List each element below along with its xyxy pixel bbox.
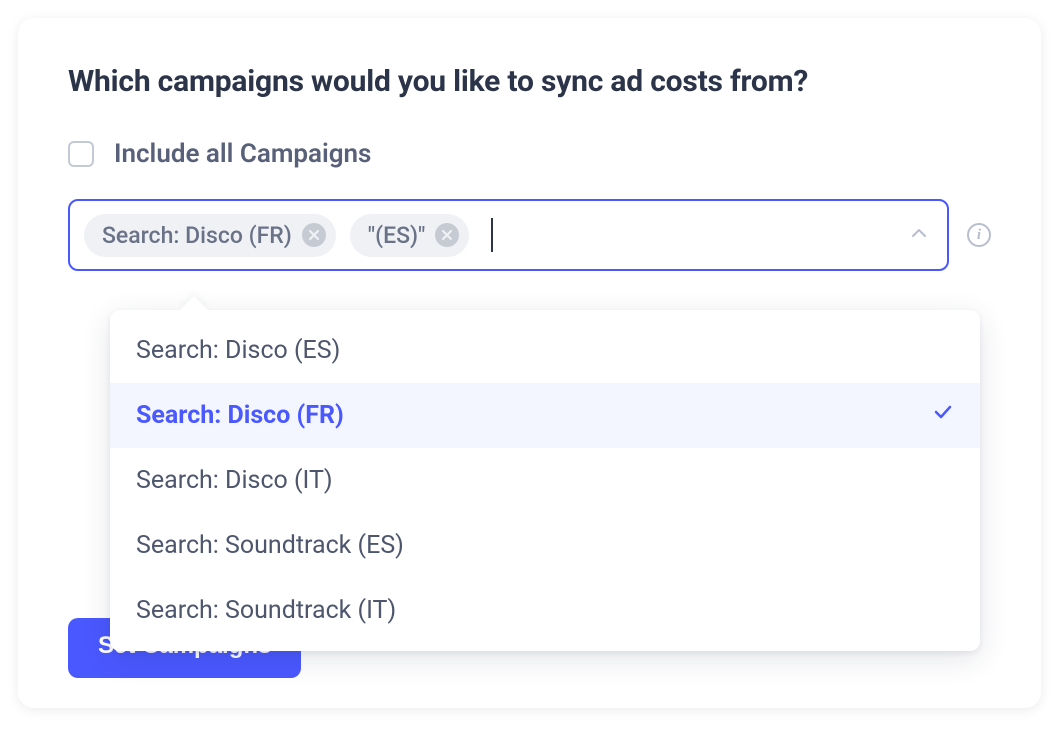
- option-label: Search: Soundtrack (ES): [136, 531, 404, 560]
- dropdown-toggle[interactable]: [909, 223, 929, 247]
- dropdown-option[interactable]: Search: Disco (ES): [110, 318, 980, 383]
- campaign-multiselect[interactable]: Search: Disco (FR) "(ES)": [68, 199, 949, 271]
- dropdown-option[interactable]: Search: Soundtrack (ES): [110, 513, 980, 578]
- dropdown-option[interactable]: Search: Soundtrack (IT): [110, 578, 980, 643]
- option-label: Search: Soundtrack (IT): [136, 596, 396, 625]
- dropdown-option[interactable]: Search: Disco (IT): [110, 448, 980, 513]
- include-all-row: Include all Campaigns: [68, 139, 991, 169]
- selected-tag: Search: Disco (FR): [84, 214, 336, 257]
- selected-tag: "(ES)": [350, 214, 470, 257]
- tag-label: Search: Disco (FR): [102, 222, 292, 249]
- chevron-up-icon: [909, 223, 929, 243]
- check-icon: [932, 401, 954, 430]
- info-glyph: i: [977, 227, 981, 244]
- option-label: Search: Disco (IT): [136, 466, 333, 495]
- info-icon[interactable]: i: [967, 223, 991, 247]
- option-label: Search: Disco (FR): [136, 401, 344, 430]
- include-all-checkbox[interactable]: [68, 141, 94, 167]
- close-icon: [308, 229, 320, 241]
- text-cursor: [491, 218, 493, 252]
- tag-remove-button[interactable]: [302, 223, 326, 247]
- close-icon: [441, 229, 453, 241]
- page-title: Which campaigns would you like to sync a…: [68, 64, 991, 99]
- tag-label: "(ES)": [368, 222, 426, 249]
- option-label: Search: Disco (ES): [136, 336, 340, 365]
- tag-remove-button[interactable]: [435, 223, 459, 247]
- campaign-dropdown: Search: Disco (ES) Search: Disco (FR) Se…: [110, 310, 980, 651]
- include-all-label: Include all Campaigns: [114, 139, 371, 169]
- campaign-select-row: Search: Disco (FR) "(ES)" i: [68, 199, 991, 271]
- campaign-selector-card: Which campaigns would you like to sync a…: [18, 18, 1041, 708]
- dropdown-option[interactable]: Search: Disco (FR): [110, 383, 980, 448]
